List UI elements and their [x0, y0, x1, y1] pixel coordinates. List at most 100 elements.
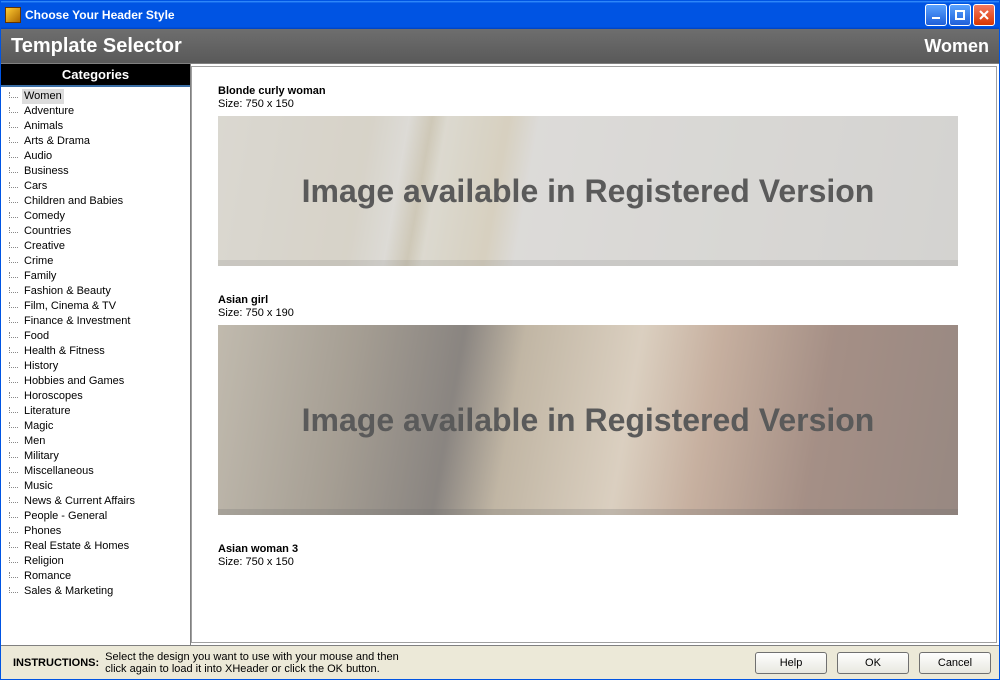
category-item-label: Literature: [22, 404, 72, 419]
category-item-label: News & Current Affairs: [22, 494, 137, 509]
category-item[interactable]: Romance: [7, 569, 190, 584]
template-list[interactable]: Blonde curly woman Size: 750 x 150 Image a…: [192, 67, 996, 642]
template-size: Size: 750 x 190: [218, 307, 984, 319]
category-item[interactable]: Comedy: [7, 209, 190, 224]
category-item-label: Creative: [22, 239, 67, 254]
category-item[interactable]: Military: [7, 449, 190, 464]
help-button[interactable]: Help: [755, 652, 827, 674]
instructions-text: Select the design you want to use with y…: [105, 651, 399, 675]
category-item-label: Children and Babies: [22, 194, 125, 209]
category-item-label: History: [22, 359, 60, 374]
app-icon: [5, 7, 21, 23]
category-item-label: Countries: [22, 224, 73, 239]
category-item-label: Women: [22, 89, 64, 104]
cancel-button[interactable]: Cancel: [919, 652, 991, 674]
category-item-label: Adventure: [22, 104, 76, 119]
minimize-button[interactable]: [925, 4, 947, 26]
category-item[interactable]: Business: [7, 164, 190, 179]
window-controls: [925, 4, 995, 26]
category-item-label: Miscellaneous: [22, 464, 96, 479]
category-item[interactable]: Arts & Drama: [7, 134, 190, 149]
category-item[interactable]: Crime: [7, 254, 190, 269]
category-item[interactable]: Fashion & Beauty: [7, 284, 190, 299]
overlay-text: Image available in Registered Version: [302, 402, 875, 439]
category-item[interactable]: Men: [7, 434, 190, 449]
overlay-text: Image available in Registered Version: [302, 173, 875, 210]
close-button[interactable]: [973, 4, 995, 26]
category-item[interactable]: Real Estate & Homes: [7, 539, 190, 554]
template-name: Asian girl: [218, 294, 984, 306]
maximize-button[interactable]: [949, 4, 971, 26]
category-item[interactable]: Music: [7, 479, 190, 494]
category-item[interactable]: Magic: [7, 419, 190, 434]
category-item-label: Music: [22, 479, 55, 494]
category-item[interactable]: Family: [7, 269, 190, 284]
template-item[interactable]: Blonde curly womanSize: 750 x 150Image a…: [218, 85, 984, 266]
main-panel: Blonde curly woman Size: 750 x 150 Image a…: [191, 66, 997, 643]
category-item[interactable]: Animals: [7, 119, 190, 134]
titlebar[interactable]: Choose Your Header Style: [1, 1, 999, 29]
category-item[interactable]: Food: [7, 329, 190, 344]
category-item[interactable]: Hobbies and Games: [7, 374, 190, 389]
template-name: Blonde curly woman: [218, 85, 984, 97]
category-item[interactable]: Women: [7, 89, 190, 104]
ok-button[interactable]: OK: [837, 652, 909, 674]
category-item-label: Finance & Investment: [22, 314, 132, 329]
category-item-label: Hobbies and Games: [22, 374, 126, 389]
template-preview[interactable]: Image available in Registered Version: [218, 116, 958, 266]
category-item-label: Arts & Drama: [22, 134, 92, 149]
category-item-label: Food: [22, 329, 51, 344]
category-item[interactable]: Adventure: [7, 104, 190, 119]
category-item-label: Magic: [22, 419, 55, 434]
close-icon: [978, 9, 990, 21]
template-name: Asian woman 3: [218, 543, 984, 555]
category-item[interactable]: News & Current Affairs: [7, 494, 190, 509]
template-item[interactable]: Asian girlSize: 750 x 190 Image available…: [218, 294, 984, 515]
sidebar-heading: Categories: [1, 64, 190, 87]
category-item[interactable]: Miscellaneous: [7, 464, 190, 479]
category-item-label: Phones: [22, 524, 63, 539]
category-item-label: Audio: [22, 149, 54, 164]
category-item[interactable]: Creative: [7, 239, 190, 254]
category-item[interactable]: People - General: [7, 509, 190, 524]
category-item[interactable]: Horoscopes: [7, 389, 190, 404]
category-item[interactable]: Children and Babies: [7, 194, 190, 209]
category-item[interactable]: Health & Fitness: [7, 344, 190, 359]
category-item-label: Religion: [22, 554, 66, 569]
category-item-label: Men: [22, 434, 47, 449]
category-item-label: Sales & Marketing: [22, 584, 115, 599]
header-band: Template Selector Women: [1, 29, 999, 63]
category-item-label: Health & Fitness: [22, 344, 107, 359]
window-title: Choose Your Header Style: [25, 8, 925, 22]
category-item-label: Film, Cinema & TV: [22, 299, 118, 314]
template-preview[interactable]: Image available in Registered Version: [218, 325, 958, 515]
category-item[interactable]: Countries: [7, 224, 190, 239]
category-item[interactable]: History: [7, 359, 190, 374]
footer-bar: INSTRUCTIONS: Select the design you want…: [1, 645, 999, 679]
template-item[interactable]: Asian woman 3Size: 750 x 150: [218, 543, 984, 568]
current-category-heading: Women: [924, 36, 989, 57]
category-item-label: Animals: [22, 119, 65, 134]
template-size: Size: 750 x 150: [218, 556, 984, 568]
category-list[interactable]: WomenAdventureAnimalsArts & DramaAudioBu…: [1, 87, 190, 645]
category-item-label: Military: [22, 449, 61, 464]
instructions-label: INSTRUCTIONS:: [13, 657, 99, 669]
category-item[interactable]: Cars: [7, 179, 190, 194]
category-item-label: Real Estate & Homes: [22, 539, 131, 554]
maximize-icon: [954, 9, 966, 21]
category-item[interactable]: Finance & Investment: [7, 314, 190, 329]
category-item[interactable]: Sales & Marketing: [7, 584, 190, 599]
category-item[interactable]: Phones: [7, 524, 190, 539]
category-item[interactable]: Audio: [7, 149, 190, 164]
category-item-label: Crime: [22, 254, 55, 269]
category-item[interactable]: Religion: [7, 554, 190, 569]
category-item-label: Business: [22, 164, 71, 179]
category-item-label: Horoscopes: [22, 389, 85, 404]
category-item-label: Cars: [22, 179, 49, 194]
category-item-label: Romance: [22, 569, 73, 584]
app-window: Choose Your Header Style Template Select…: [0, 0, 1000, 680]
category-item[interactable]: Literature: [7, 404, 190, 419]
category-item[interactable]: Film, Cinema & TV: [7, 299, 190, 314]
category-item-label: Family: [22, 269, 58, 284]
sidebar: Categories WomenAdventureAnimalsArts & D…: [1, 64, 191, 645]
